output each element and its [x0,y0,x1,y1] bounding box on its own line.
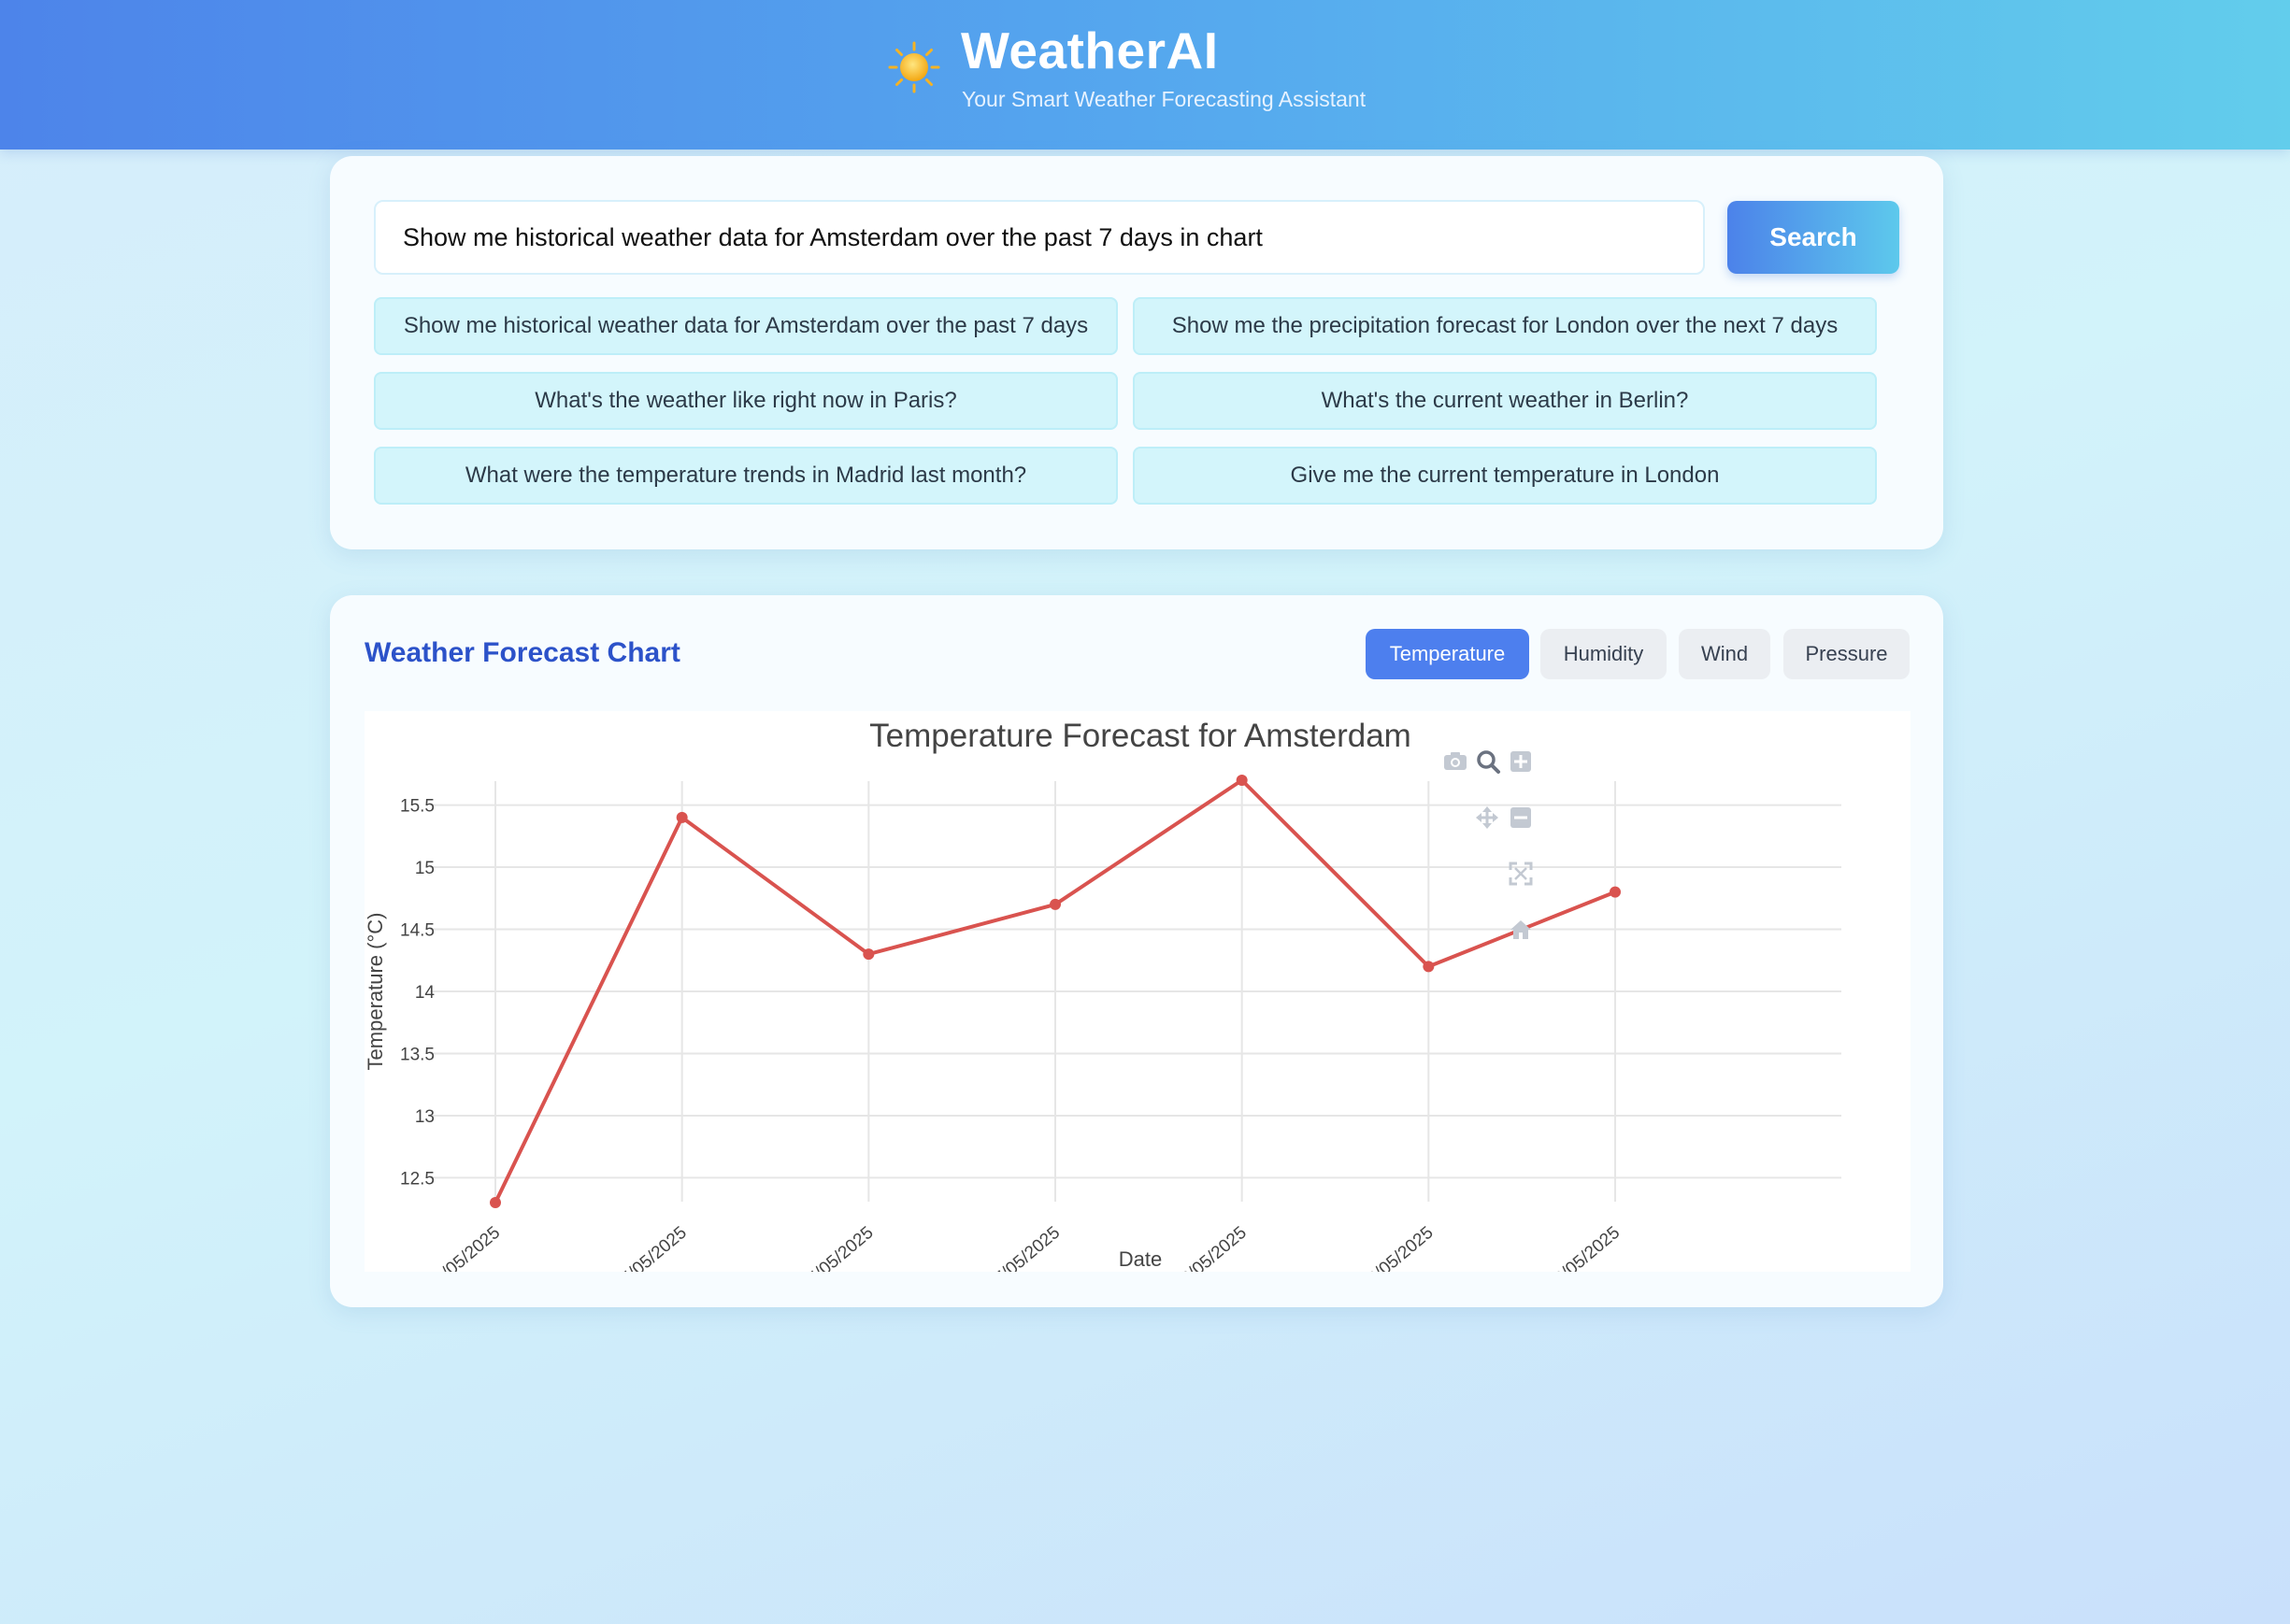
search-button[interactable]: Search [1727,201,1899,274]
temperature-data-point [676,811,688,823]
temperature-data-point [1610,886,1621,898]
tab-wind[interactable]: Wind [1679,629,1770,679]
y-axis-title: Temperature (°C) [365,913,387,1071]
x-tick-label: 1/05/2025 [431,1223,504,1272]
temperature-line-chart: 12.5 13 13.5 14 14.5 15 15.5 1/05/2025 5/05/2025… [365,718,1869,1272]
x-tick-label: 0/05/2025 [1364,1223,1437,1272]
y-tick-label: 13.5 [400,1045,435,1064]
suggestion-chip[interactable]: Show me the precipitation forecast for L… [1133,297,1877,355]
tab-pressure[interactable]: Pressure [1783,629,1910,679]
app-subtitle: Your Smart Weather Forecasting Assistant [962,87,1367,111]
plot-area: 12.5 13 13.5 14 14.5 15 15.5 1/05/2025 5/05/2025… [365,711,1911,1272]
x-tick-label: 3/05/2025 [1178,1223,1251,1272]
tab-temperature[interactable]: Temperature [1366,629,1529,679]
tab-humidity[interactable]: Humidity [1540,629,1667,679]
y-tick-label: 14.5 [400,921,435,941]
suggestion-chip[interactable]: Give me the current temperature in Londo… [1133,447,1877,505]
chart-title: Temperature Forecast for Amsterdam [869,718,1411,754]
search-input[interactable] [374,200,1705,275]
suggestion-chip[interactable]: Show me historical weather data for Amst… [374,297,1118,355]
zoom-in-icon[interactable] [1510,751,1531,772]
x-tick-label: 5/05/2025 [804,1223,877,1272]
x-tick-label: 7/05/2025 [991,1223,1064,1272]
y-tick-label: 15.5 [400,797,435,817]
chart-panel-heading: Weather Forecast Chart [365,637,680,668]
temperature-data-point [1050,898,1061,910]
sun-icon [888,41,940,93]
y-tick-label: 13 [415,1107,435,1127]
app-header: WeatherAI Your Smart Weather Forecasting… [0,0,2290,150]
search-panel: Search Show me historical weather data f… [330,156,1943,549]
temperature-data-point [490,1197,501,1209]
camera-icon[interactable] [1444,752,1467,770]
x-tick-label: 0/05/2025 [1551,1223,1624,1272]
zoom-icon[interactable] [1477,750,1500,774]
app-title: WeatherAI [961,21,1219,79]
x-tick-label: 5/05/2025 [618,1223,691,1272]
temperature-data-point [863,948,875,961]
x-axis-title: Date [1119,1247,1162,1271]
temperature-data-point [1236,774,1248,786]
chart-panel: Weather Forecast Chart Temperature Humid… [330,595,1943,1307]
suggestion-chip[interactable]: What's the current weather in Berlin? [1133,372,1877,430]
zoom-out-icon[interactable] [1510,807,1531,828]
suggestion-chip[interactable]: What were the temperature trends in Madr… [374,447,1118,505]
suggestion-chip[interactable]: What's the weather like right now in Par… [374,372,1118,430]
y-tick-label: 15 [415,859,435,878]
y-tick-label: 14 [415,983,436,1003]
y-tick-label: 12.5 [400,1169,435,1189]
temperature-data-point [1423,961,1435,973]
